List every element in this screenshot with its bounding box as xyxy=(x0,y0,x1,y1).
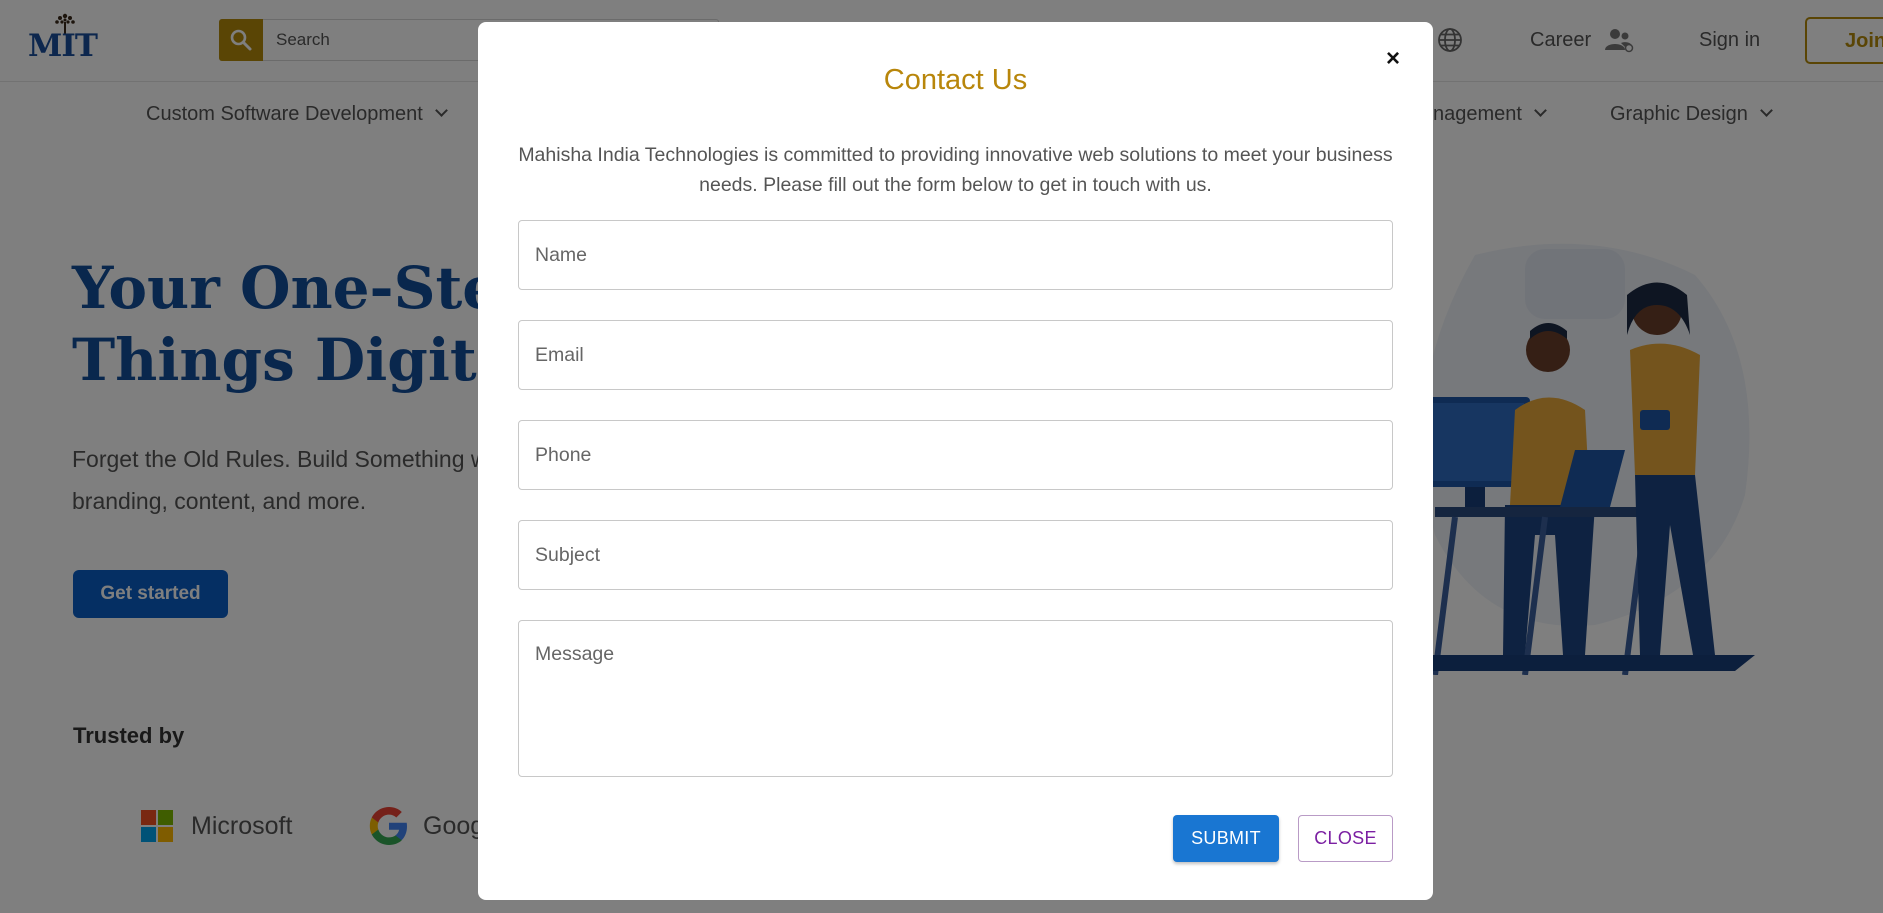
close-button[interactable]: CLOSE xyxy=(1298,815,1393,862)
contact-modal: × Contact Us Mahisha India Technologies … xyxy=(478,22,1433,900)
message-field[interactable] xyxy=(518,620,1393,777)
email-field[interactable] xyxy=(518,320,1393,390)
submit-button[interactable]: SUBMIT xyxy=(1173,815,1279,862)
phone-field[interactable] xyxy=(518,420,1393,490)
subject-field[interactable] xyxy=(518,520,1393,590)
modal-description: Mahisha India Technologies is committed … xyxy=(518,144,1393,196)
name-field[interactable] xyxy=(518,220,1393,290)
modal-title: Contact Us xyxy=(883,64,1028,96)
